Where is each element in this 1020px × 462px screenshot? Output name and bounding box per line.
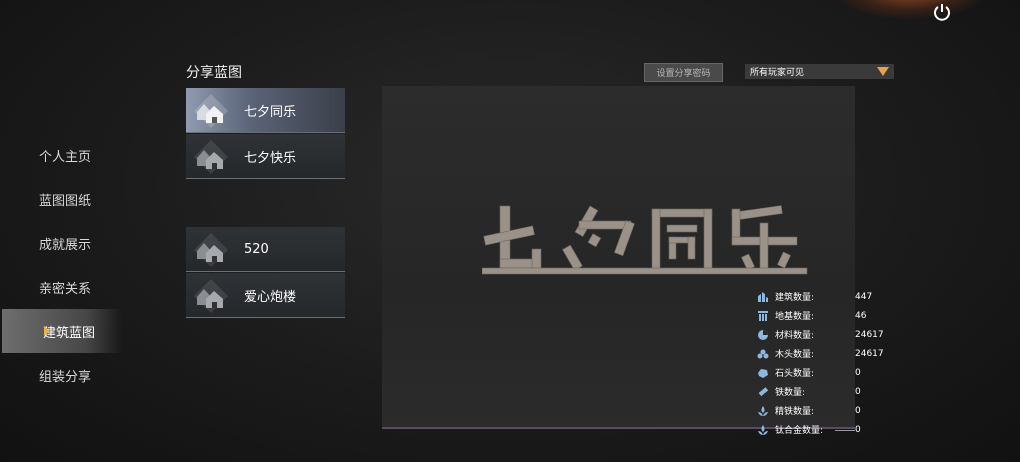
- stat-label: 木头数量:: [775, 350, 815, 360]
- stat-value: 0: [855, 386, 861, 397]
- blueprint-card[interactable]: 520: [186, 227, 345, 272]
- nav-item-building-blueprint[interactable]: 建筑蓝图: [2, 309, 122, 353]
- blueprint-label: 爱心炮楼: [244, 289, 297, 305]
- nav-item-personal[interactable]: 个人主页: [0, 133, 130, 177]
- stat-row: 木头数量: 24617: [757, 344, 897, 363]
- nav-item-label: 个人主页: [38, 149, 91, 165]
- nav-item-achievements[interactable]: 成就展示: [0, 221, 130, 265]
- house-icon: [190, 275, 232, 317]
- visibility-dropdown[interactable]: 所有玩家可见: [745, 64, 894, 79]
- blueprint-card[interactable]: 爱心炮楼: [186, 273, 345, 318]
- stat-row: 钛合金数量: 0: [757, 420, 897, 439]
- stat-row: 地基数量: 46: [757, 306, 897, 325]
- stat-value: 24617: [855, 348, 884, 359]
- stat-row: 铁数量: 0: [757, 382, 897, 401]
- visibility-selected: 所有玩家可见: [750, 68, 805, 78]
- stat-divider: [835, 430, 855, 431]
- blueprint-card[interactable]: 七夕同乐: [186, 88, 345, 133]
- house-icon: [190, 229, 232, 271]
- iron-icon: [757, 386, 769, 398]
- nav-item-label: 组装分享: [38, 369, 91, 385]
- foundation-icon: [757, 310, 769, 322]
- house-icon: [190, 136, 232, 178]
- stat-row: 建筑数量: 447: [757, 287, 897, 306]
- nav-item-label: 建筑蓝图: [42, 325, 95, 341]
- stat-value: 447: [855, 291, 873, 302]
- stat-label: 建筑数量:: [775, 293, 815, 303]
- building-icon: [757, 291, 769, 303]
- blueprint-card[interactable]: 七夕快乐: [186, 134, 345, 179]
- power-icon[interactable]: [930, 0, 954, 24]
- nav-item-blueprints[interactable]: 蓝图图纸: [0, 177, 130, 221]
- stat-row: 石头数量: 0: [757, 363, 897, 382]
- set-share-password-button[interactable]: 设置分享密码: [644, 63, 723, 82]
- nav-item-label: 亲密关系: [38, 281, 91, 297]
- nav-item-assembly-share[interactable]: 组装分享: [0, 353, 130, 397]
- nav-item-label: 成就展示: [38, 237, 91, 253]
- refined-iron-icon: [757, 405, 769, 417]
- stat-value: 0: [855, 405, 861, 416]
- dropdown-arrow-icon: [877, 67, 889, 76]
- blueprint-model-image: [481, 201, 812, 290]
- stat-label: 材料数量:: [775, 331, 815, 341]
- stat-label: 铁数量:: [775, 388, 806, 398]
- blueprint-label: 七夕快乐: [244, 150, 297, 166]
- stat-label: 地基数量:: [775, 312, 815, 322]
- stat-row: 精铁数量: 0: [757, 401, 897, 420]
- blueprint-label: 七夕同乐: [244, 104, 297, 120]
- titanium-icon: [757, 424, 769, 436]
- stat-value: 46: [855, 310, 867, 321]
- stat-value: 24617: [855, 329, 884, 340]
- wood-icon: [757, 348, 769, 360]
- stat-label: 精铁数量:: [775, 407, 815, 417]
- blueprint-stats: 建筑数量: 447 地基数量: 46 材料数量: 24617 木头数量: 246…: [757, 287, 897, 439]
- active-arrow-icon: [44, 326, 50, 336]
- ambient-glow: [830, 0, 990, 20]
- stat-value: 0: [855, 424, 861, 435]
- material-icon: [757, 329, 769, 341]
- house-icon: [190, 90, 232, 132]
- blueprint-label: 520: [244, 241, 269, 257]
- page-title: 分享蓝图: [186, 65, 242, 81]
- stone-icon: [757, 367, 769, 379]
- stat-row: 材料数量: 24617: [757, 325, 897, 344]
- nav-item-relationships[interactable]: 亲密关系: [0, 265, 130, 309]
- stat-label: 石头数量:: [775, 369, 815, 379]
- side-nav: 个人主页 蓝图图纸 成就展示 亲密关系 建筑蓝图 组装分享: [0, 133, 130, 397]
- nav-item-label: 蓝图图纸: [38, 193, 91, 209]
- stat-value: 0: [855, 367, 861, 378]
